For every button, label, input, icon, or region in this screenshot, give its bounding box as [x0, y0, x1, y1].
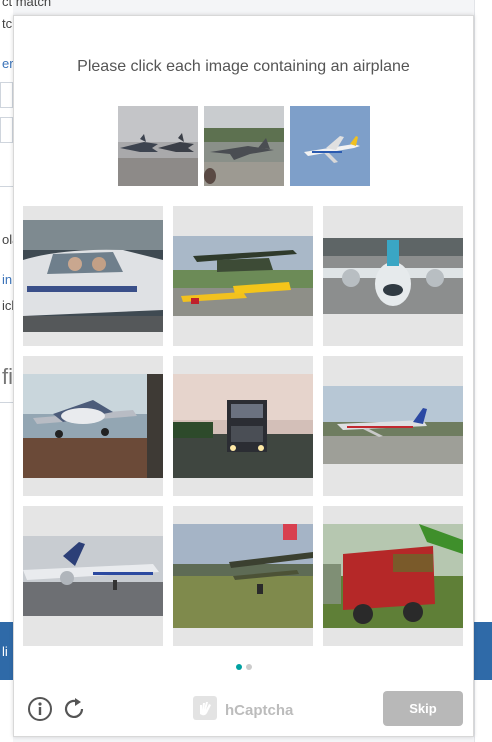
- image-tile[interactable]: [23, 206, 163, 346]
- image-tile[interactable]: [323, 356, 463, 496]
- page-dot-active[interactable]: [235, 664, 242, 670]
- image-tile[interactable]: [23, 356, 163, 496]
- background-divider: [0, 186, 13, 187]
- hcaptcha-hand-icon: [191, 694, 219, 727]
- image-tile[interactable]: [323, 506, 463, 646]
- example-image: [118, 106, 198, 186]
- image-tile[interactable]: [173, 506, 313, 646]
- hcaptcha-label: hCaptcha: [225, 701, 294, 719]
- challenge-prompt: Please click each image containing an ai…: [77, 58, 410, 75]
- info-icon[interactable]: [27, 696, 53, 722]
- background-link[interactable]: in: [2, 272, 12, 287]
- image-tile[interactable]: [323, 206, 463, 346]
- example-image: [290, 106, 370, 186]
- skip-button[interactable]: Skip: [383, 691, 463, 726]
- image-tile[interactable]: [173, 356, 313, 496]
- captcha-challenge: Please click each image containing an ai…: [13, 15, 474, 737]
- background-link[interactable]: er: [2, 56, 14, 71]
- background-footer-text: li: [2, 644, 8, 659]
- example-images: [118, 106, 370, 186]
- pagination-dots: [14, 664, 473, 670]
- challenge-footer: hCaptcha Skip: [14, 690, 473, 734]
- page-dot[interactable]: [245, 664, 252, 670]
- background-input: [0, 82, 13, 108]
- image-tile[interactable]: [23, 506, 163, 646]
- image-grid: [23, 206, 463, 646]
- example-image: [204, 106, 284, 186]
- hcaptcha-brand[interactable]: hCaptcha: [191, 694, 294, 727]
- image-tile[interactable]: [173, 206, 313, 346]
- refresh-icon[interactable]: [61, 696, 87, 722]
- background-divider: [0, 402, 13, 403]
- background-input: [0, 117, 13, 143]
- background-text: ct match: [2, 0, 52, 9]
